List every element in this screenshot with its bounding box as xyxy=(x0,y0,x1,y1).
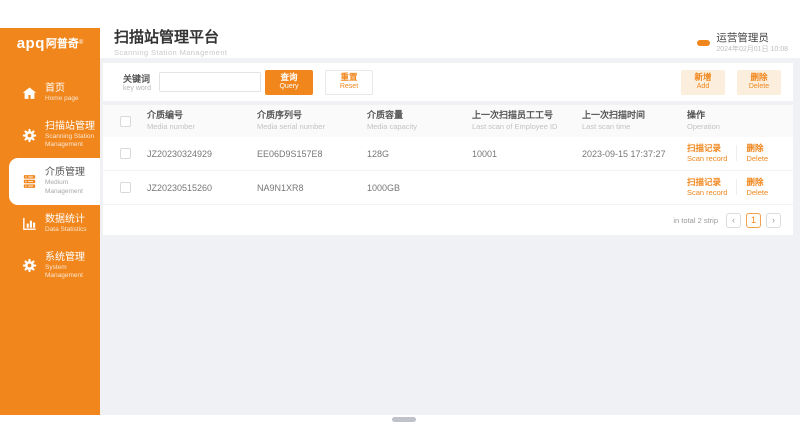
cell-scan-time: 2023-09-15 17:37:27 xyxy=(582,149,687,159)
keyword-label: 关键词 key word xyxy=(123,72,151,92)
cell-operations: 扫描记录 Scan record 删除 Delete xyxy=(687,177,793,198)
keyword-input[interactable] xyxy=(159,72,261,92)
delete-row-link[interactable]: 删除 Delete xyxy=(746,177,768,198)
main-area: 扫描站管理平台 Scanning Station Management 运营管理… xyxy=(100,28,800,415)
prev-page-button[interactable]: ‹ xyxy=(726,213,741,228)
scan-record-link[interactable]: 扫描记录 Scan record xyxy=(687,177,727,198)
column-header-scan-time: 上一次扫描时间 Last scan time xyxy=(582,110,687,131)
sidebar: apq阿普奇® 首页 Home page xyxy=(0,28,100,415)
cell-capacity: 128G xyxy=(367,149,472,159)
query-button[interactable]: 查询 Query xyxy=(265,70,313,95)
brand-logo: apq阿普奇® xyxy=(0,28,100,58)
page-title: 扫描站管理平台 xyxy=(114,30,227,47)
title-block: 扫描站管理平台 Scanning Station Management xyxy=(114,30,227,57)
brand-text: apq xyxy=(17,35,45,52)
sidebar-item-home[interactable]: 首页 Home page xyxy=(9,74,100,112)
select-all-checkbox[interactable] xyxy=(120,116,131,127)
home-icon xyxy=(20,84,38,102)
sidebar-item-label: 首页 Home page xyxy=(45,83,79,103)
cell-serial: EE06D9S157E8 xyxy=(257,149,367,159)
cell-serial: NA9N1XR8 xyxy=(257,183,367,193)
divider xyxy=(736,145,737,161)
screen: apq阿普奇® 首页 Home page xyxy=(0,0,800,447)
gear-icon xyxy=(20,257,38,275)
horizontal-scrollbar[interactable] xyxy=(392,417,416,422)
cell-capacity: 1000GB xyxy=(367,183,472,193)
filter-bar: 关键词 key word 查询 Query 重置 Reset 新增 Add xyxy=(103,63,793,101)
table-row: JZ20230515260 NA9N1XR8 1000GB 扫描记录 Scan … xyxy=(103,171,793,205)
divider xyxy=(736,179,737,195)
sidebar-item-label: 扫描站管理 Scanning Station Management xyxy=(45,121,98,149)
column-header-media-number: 介质编号 Media number xyxy=(147,110,257,131)
sidebar-item-data-statistics[interactable]: 数据统计 Data Statistics xyxy=(9,205,100,243)
column-header-employee-id: 上一次扫描员工工号 Last scan of Employee ID xyxy=(472,110,582,131)
column-header-capacity: 介质容量 Media capacity xyxy=(367,110,472,131)
row-checkbox[interactable] xyxy=(120,182,131,193)
pagination: in total 2 strip ‹ 1 › xyxy=(103,205,793,235)
media-table: 介质编号 Media number 介质序列号 Media serial num… xyxy=(103,105,793,235)
row-checkbox[interactable] xyxy=(120,148,131,159)
user-block[interactable]: 运营管理员 2024年02月01日 10:08 xyxy=(697,30,788,54)
sidebar-item-system-management[interactable]: 系统管理 System Management xyxy=(9,243,100,289)
bar-chart-icon xyxy=(20,215,38,233)
cell-employee-id: 10001 xyxy=(472,149,582,159)
sidebar-item-label: 数据统计 Data Statistics xyxy=(45,214,87,234)
current-datetime: 2024年02月01日 10:08 xyxy=(716,45,788,54)
table-row: JZ20230324929 EE06D9S157E8 128G 10001 20… xyxy=(103,137,793,171)
add-button[interactable]: 新增 Add xyxy=(681,70,725,95)
user-info: 运营管理员 2024年02月01日 10:08 xyxy=(716,32,788,54)
server-icon xyxy=(20,173,38,191)
next-page-button[interactable]: › xyxy=(766,213,781,228)
user-avatar-icon xyxy=(697,40,710,46)
page-1-button[interactable]: 1 xyxy=(746,213,761,228)
pagination-total: in total 2 strip xyxy=(673,216,718,225)
sidebar-item-medium-management[interactable]: 介质管理 Medium Management xyxy=(9,158,100,204)
brand-text-cn: 阿普奇 xyxy=(46,35,79,51)
sidebar-item-label: 系统管理 System Management xyxy=(45,252,98,280)
scan-record-link[interactable]: 扫描记录 Scan record xyxy=(687,143,727,164)
app-header: 扫描站管理平台 Scanning Station Management 运营管理… xyxy=(100,28,800,58)
reset-button[interactable]: 重置 Reset xyxy=(325,70,373,95)
table-header-row: 介质编号 Media number 介质序列号 Media serial num… xyxy=(103,105,793,137)
content-area: 关键词 key word 查询 Query 重置 Reset 新增 Add xyxy=(100,58,800,415)
cell-media-number: JZ20230515260 xyxy=(147,183,257,193)
sidebar-item-label: 介质管理 Medium Management xyxy=(45,167,98,195)
cell-operations: 扫描记录 Scan record 删除 Delete xyxy=(687,143,793,164)
cell-media-number: JZ20230324929 xyxy=(147,149,257,159)
sidebar-nav: 首页 Home page xyxy=(0,58,100,289)
app-window: apq阿普奇® 首页 Home page xyxy=(0,28,800,415)
sidebar-item-scanning-station[interactable]: 扫描站管理 Scanning Station Management xyxy=(9,112,100,158)
delete-button[interactable]: 删除 Delete xyxy=(737,70,781,95)
page-subtitle: Scanning Station Management xyxy=(114,48,227,57)
gear-icon xyxy=(20,126,38,144)
column-header-serial: 介质序列号 Media serial number xyxy=(257,110,367,131)
column-header-operation: 操作 Operation xyxy=(687,110,793,131)
user-name: 运营管理员 xyxy=(716,32,788,45)
delete-row-link[interactable]: 删除 Delete xyxy=(746,143,768,164)
registered-mark: ® xyxy=(79,40,83,46)
